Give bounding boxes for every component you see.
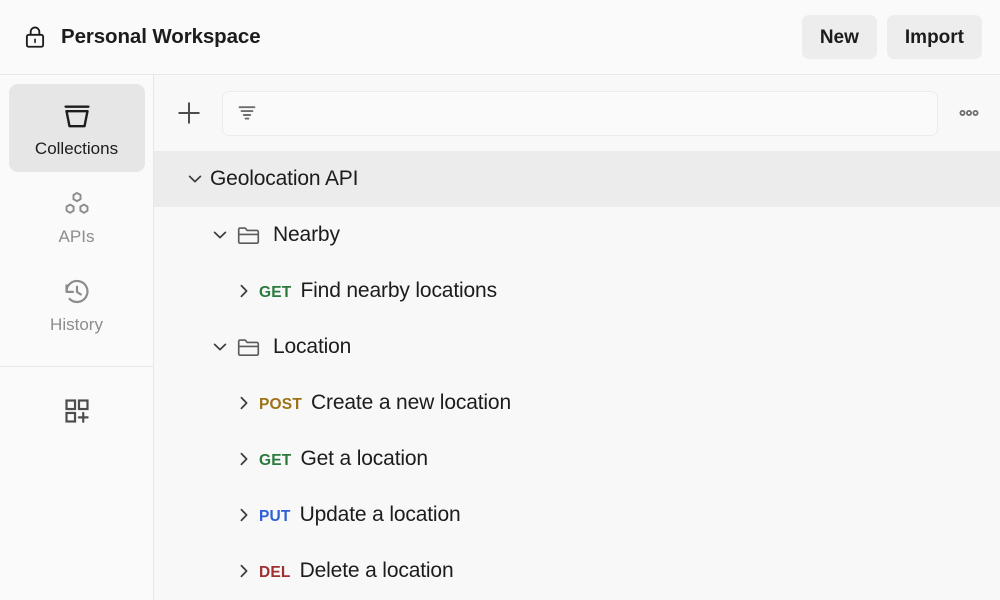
expand-toggle-expanded[interactable]: [180, 164, 210, 194]
tree-request-row[interactable]: GET Get a location: [154, 431, 1000, 487]
add-apps-icon: [60, 394, 94, 428]
tree-request-row[interactable]: GET Find nearby locations: [154, 263, 1000, 319]
collections-panel: Geolocation API Nearby GET Find nearby loca…: [154, 75, 1000, 600]
history-icon: [60, 275, 94, 309]
sidebar-item-label: History: [50, 316, 103, 333]
expand-toggle-collapsed[interactable]: [229, 276, 259, 306]
tree-folder-row[interactable]: Nearby: [154, 207, 1000, 263]
folder-name: Nearby: [273, 223, 340, 247]
tree-request-row[interactable]: POST Create a new location: [154, 375, 1000, 431]
expand-toggle-expanded[interactable]: [205, 220, 235, 250]
collections-toolbar: [154, 75, 1000, 151]
request-name: Create a new location: [311, 391, 511, 415]
chevron-down-icon: [209, 336, 231, 358]
expand-toggle-collapsed[interactable]: [229, 500, 259, 530]
lock-icon: [22, 24, 48, 50]
sidebar-item-history[interactable]: History: [9, 260, 145, 348]
workspace-header: Personal Workspace New Import: [0, 0, 1000, 75]
chevron-right-icon: [233, 448, 255, 470]
page-title: Personal Workspace: [61, 25, 261, 49]
tree-folder-row[interactable]: Location: [154, 319, 1000, 375]
request-name: Get a location: [300, 447, 427, 471]
more-horizontal-icon: [956, 100, 982, 126]
request-entry: PUT Update a location: [259, 503, 461, 527]
filter-search-input[interactable]: [268, 104, 924, 122]
import-button[interactable]: Import: [887, 15, 982, 59]
request-name: Find nearby locations: [300, 279, 496, 303]
tree-request-row[interactable]: DEL Delete a location: [154, 543, 1000, 599]
sidebar-item-label: APIs: [59, 228, 95, 245]
new-button[interactable]: New: [802, 15, 877, 59]
collection-tree: Geolocation API Nearby GET Find nearby loca…: [154, 151, 1000, 600]
chevron-right-icon: [233, 560, 255, 582]
folder-icon: [235, 222, 262, 249]
expand-toggle-collapsed[interactable]: [229, 556, 259, 586]
tree-collection-row[interactable]: Geolocation API: [154, 151, 1000, 207]
filter-funnel-icon: [236, 102, 258, 124]
expand-toggle-collapsed[interactable]: [229, 444, 259, 474]
expand-toggle-expanded[interactable]: [205, 332, 235, 362]
request-name: Delete a location: [300, 559, 454, 583]
http-method-badge: GET: [259, 452, 291, 470]
collections-more-menu-button[interactable]: [952, 96, 986, 130]
tree-request-row[interactable]: PUT Update a location: [154, 487, 1000, 543]
request-entry: GET Find nearby locations: [259, 279, 497, 303]
http-method-badge: DEL: [259, 564, 291, 582]
apis-icon: [60, 187, 94, 221]
chevron-right-icon: [233, 392, 255, 414]
chevron-right-icon: [233, 280, 255, 302]
folder-name: Location: [273, 335, 351, 359]
http-method-badge: PUT: [259, 508, 291, 526]
header-actions: New Import: [802, 15, 982, 59]
chevron-right-icon: [233, 504, 255, 526]
request-entry: POST Create a new location: [259, 391, 511, 415]
collection-name: Geolocation API: [210, 167, 358, 191]
request-entry: DEL Delete a location: [259, 559, 454, 583]
folder-icon: [235, 334, 262, 361]
http-method-badge: POST: [259, 396, 302, 414]
sidebar-item-label: Collections: [35, 140, 118, 157]
app-body: Collections APIs History: [0, 75, 1000, 600]
expand-toggle-collapsed[interactable]: [229, 388, 259, 418]
filter-search-box[interactable]: [222, 91, 938, 136]
plus-icon: [174, 98, 204, 128]
request-name: Update a location: [300, 503, 461, 527]
http-method-badge: GET: [259, 284, 291, 302]
sidebar-item-apis[interactable]: APIs: [9, 172, 145, 260]
chevron-down-icon: [184, 168, 206, 190]
left-nav-rail: Collections APIs History: [0, 75, 154, 600]
chevron-down-icon: [209, 224, 231, 246]
sidebar-item-collections[interactable]: Collections: [9, 84, 145, 172]
collections-icon: [60, 99, 94, 133]
request-entry: GET Get a location: [259, 447, 428, 471]
add-collection-button[interactable]: [170, 94, 208, 132]
app-window: Personal Workspace New Import Collection…: [0, 0, 1000, 600]
add-apps-button[interactable]: [0, 367, 153, 455]
